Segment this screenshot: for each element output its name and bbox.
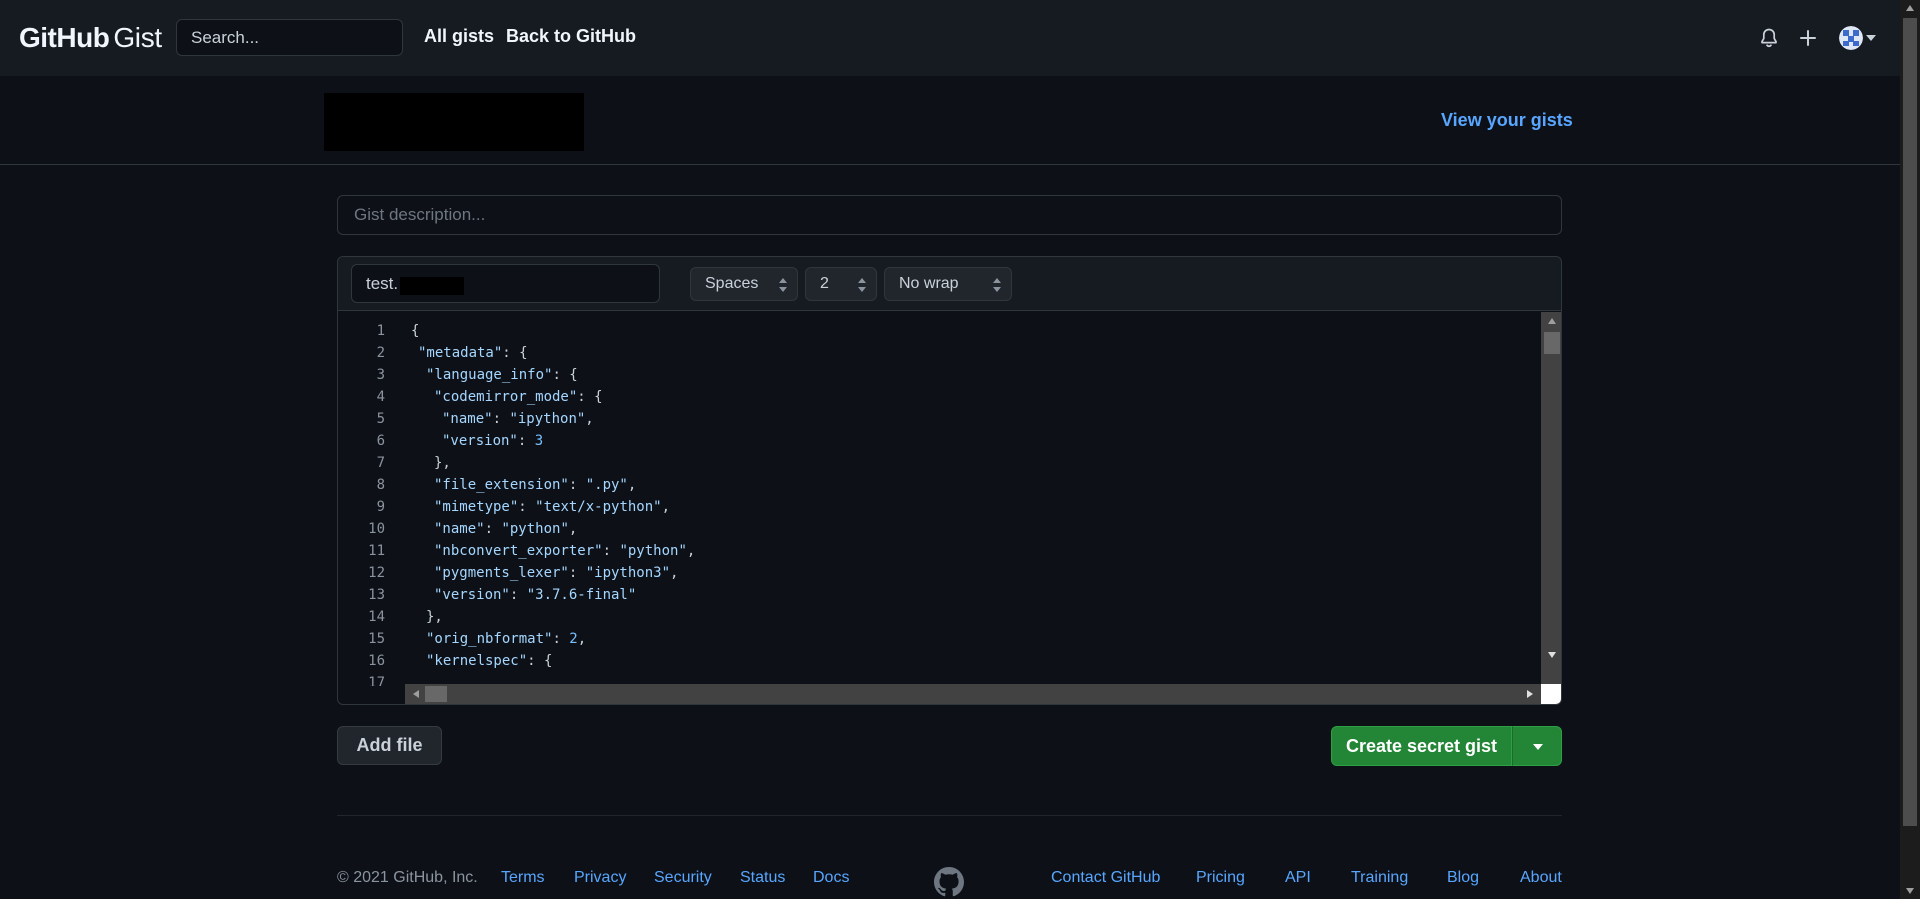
- scroll-up-arrow-icon[interactable]: [1548, 318, 1556, 324]
- footer-copyright: © 2021 GitHub, Inc.: [337, 869, 478, 886]
- gist-logo[interactable]: GitHub Gist: [19, 22, 162, 54]
- line-number: 15: [368, 631, 385, 647]
- scroll-up-arrow-icon[interactable]: [1906, 5, 1914, 11]
- scroll-right-arrow-icon[interactable]: [1527, 690, 1533, 698]
- footer-link-contact-github[interactable]: Contact GitHub: [1051, 869, 1160, 887]
- redacted-username: [324, 93, 584, 151]
- line-number: 12: [368, 565, 385, 581]
- chevron-down-icon: [1533, 744, 1543, 750]
- code-line: 14},: [338, 606, 1541, 628]
- code-editor[interactable]: 1{ 2 "metadata": { 3 "language_info": { 4 "…: [338, 312, 1541, 686]
- code-line: 10 "name": "python",: [338, 518, 1541, 540]
- avatar-caret-icon[interactable]: [1866, 35, 1876, 41]
- line-number: 1: [376, 323, 385, 339]
- line-number: 11: [368, 543, 385, 559]
- nav-all-gists[interactable]: All gists: [424, 26, 494, 47]
- indent-mode-select[interactable]: Spaces: [690, 267, 798, 301]
- plus-icon[interactable]: [1794, 24, 1822, 52]
- file-editor-header: Spaces 2 No wrap: [338, 257, 1561, 311]
- line-number: 9: [376, 499, 385, 515]
- indent-size-value: 2: [820, 275, 829, 292]
- scroll-thumb[interactable]: [1544, 332, 1560, 354]
- footer-link-status[interactable]: Status: [740, 869, 785, 887]
- footer-divider: [337, 815, 1562, 816]
- select-arrows-icon: [993, 278, 1001, 292]
- line-number: 7: [376, 455, 385, 471]
- footer-link-blog[interactable]: Blog: [1447, 869, 1479, 887]
- footer-link-terms[interactable]: Terms: [501, 869, 545, 887]
- scroll-thumb[interactable]: [425, 686, 447, 702]
- footer-link-about[interactable]: About: [1520, 869, 1562, 887]
- indent-size-select[interactable]: 2: [805, 267, 877, 301]
- code-line: 16 "kernelspec": {: [338, 650, 1541, 672]
- search-input[interactable]: [176, 19, 403, 56]
- code-line: 3 "language_info": {: [338, 364, 1541, 386]
- footer-link-pricing[interactable]: Pricing: [1196, 869, 1245, 887]
- gist-subheader: View your gists: [0, 76, 1900, 165]
- line-number: 4: [376, 389, 385, 405]
- code-line: 13 "version": "3.7.6-final": [338, 584, 1541, 606]
- line-number: 16: [368, 653, 385, 669]
- line-number: 17: [368, 675, 385, 686]
- site-header: GitHub Gist All gists Back to GitHub: [0, 0, 1900, 76]
- view-your-gists-link[interactable]: View your gists: [1441, 110, 1573, 131]
- file-editor: Spaces 2 No wrap 1{ 2"metadata": { 3"lan…: [337, 256, 1562, 705]
- code-line: 6 "version": 3: [338, 430, 1541, 452]
- line-number: 13: [368, 587, 385, 603]
- redacted-filename: [400, 277, 464, 295]
- code-line: 9 "mimetype": "text/x-python",: [338, 496, 1541, 518]
- footer-link-privacy[interactable]: Privacy: [574, 869, 626, 887]
- code-line: 11 "nbconvert_exporter": "python",: [338, 540, 1541, 562]
- footer-link-security[interactable]: Security: [654, 869, 712, 887]
- editor-horizontal-scrollbar[interactable]: [405, 684, 1541, 704]
- footer-link-api[interactable]: API: [1285, 869, 1311, 887]
- add-file-button[interactable]: Add file: [337, 726, 442, 765]
- code-line: 15 "orig_nbformat": 2,: [338, 628, 1541, 650]
- avatar[interactable]: [1839, 26, 1863, 50]
- code-line: 1{: [338, 320, 1541, 342]
- code-line: 7},: [338, 452, 1541, 474]
- scroll-left-arrow-icon[interactable]: [413, 690, 419, 698]
- create-secret-gist-button[interactable]: Create secret gist: [1331, 726, 1512, 766]
- code-line: 8 "file_extension": ".py",: [338, 474, 1541, 496]
- select-arrows-icon: [779, 278, 787, 292]
- footer-link-docs[interactable]: Docs: [813, 869, 849, 887]
- github-mark-icon[interactable]: [934, 867, 964, 897]
- select-arrows-icon: [858, 278, 866, 292]
- line-number: 10: [368, 521, 385, 537]
- wrap-mode-value: No wrap: [899, 275, 959, 292]
- logo-github-text: GitHub: [19, 22, 110, 53]
- editor-vertical-scrollbar[interactable]: [1541, 312, 1561, 686]
- line-number: 2: [376, 345, 385, 361]
- logo-gist-text: Gist: [113, 22, 162, 53]
- code-line: 12 "pygments_lexer": "ipython3",: [338, 562, 1541, 584]
- line-number: 6: [376, 433, 385, 449]
- scrollbar-corner: [1541, 684, 1561, 704]
- code-line: 4 "codemirror_mode": {: [338, 386, 1541, 408]
- wrap-mode-select[interactable]: No wrap: [884, 267, 1012, 301]
- page-scroll-thumb[interactable]: [1903, 18, 1917, 826]
- gist-description-input[interactable]: [337, 195, 1562, 235]
- nav-back-to-github[interactable]: Back to GitHub: [506, 26, 636, 47]
- bell-icon[interactable]: [1755, 24, 1783, 52]
- code-line: 2 "metadata": {: [338, 342, 1541, 364]
- scroll-down-arrow-icon[interactable]: [1906, 888, 1914, 894]
- indent-mode-value: Spaces: [705, 275, 759, 292]
- page-scrollbar[interactable]: [1900, 0, 1920, 899]
- create-options-dropdown[interactable]: [1512, 726, 1562, 766]
- line-number: 3: [376, 367, 385, 383]
- line-number: 5: [376, 411, 385, 427]
- line-number: 14: [368, 609, 385, 625]
- code-line: 5 "name": "ipython",: [338, 408, 1541, 430]
- scroll-down-arrow-icon[interactable]: [1548, 652, 1556, 658]
- filename-input[interactable]: [351, 264, 660, 303]
- line-number: 8: [376, 477, 385, 493]
- footer-link-training[interactable]: Training: [1351, 869, 1408, 887]
